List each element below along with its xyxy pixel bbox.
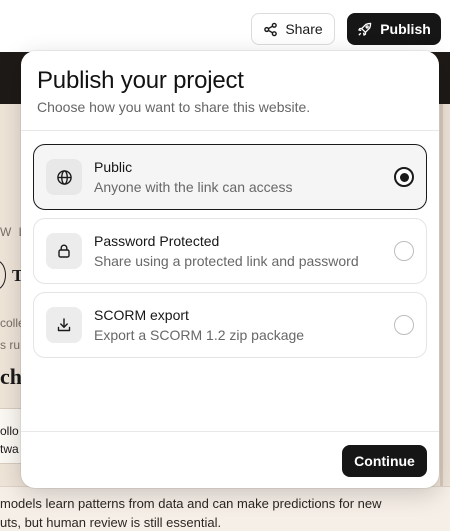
- option-public[interactable]: Public Anyone with the link can access: [33, 144, 427, 210]
- bg-text-fragment: twa: [0, 442, 19, 456]
- bg-text-fragment: ollo: [0, 424, 19, 438]
- bg-heading-fragment: ch: [0, 364, 22, 389]
- option-title: SCORM export: [94, 307, 189, 323]
- publish-button-label: Publish: [380, 21, 431, 37]
- radio-password-protected[interactable]: [394, 241, 414, 261]
- share-button[interactable]: Share: [251, 13, 335, 45]
- option-password-protected[interactable]: Password Protected Share using a protect…: [33, 218, 427, 284]
- option-title: Public: [94, 159, 133, 175]
- share-icon: [263, 22, 278, 37]
- radio-scorm-export[interactable]: [394, 315, 414, 335]
- publish-button[interactable]: Publish: [347, 13, 441, 45]
- option-scorm-export[interactable]: SCORM export Export a SCORM 1.2 zip pack…: [33, 292, 427, 358]
- bg-paragraph: models learn patterns from data and can …: [0, 494, 420, 531]
- modal-title: Publish your project: [37, 67, 244, 94]
- modal-subtitle: Choose how you want to share this websit…: [37, 99, 311, 115]
- share-button-label: Share: [285, 21, 323, 37]
- modal-footer-divider: [21, 431, 439, 432]
- bg-paragraph-line: models learn patterns from data and can …: [0, 496, 382, 511]
- option-title: Password Protected: [94, 233, 220, 249]
- continue-button[interactable]: Continue: [342, 445, 427, 477]
- radio-public[interactable]: [394, 167, 414, 187]
- publish-modal: Publish your project Choose how you want…: [21, 51, 439, 488]
- globe-icon: [46, 159, 82, 195]
- modal-divider: [21, 130, 439, 131]
- download-icon: [46, 307, 82, 343]
- option-description: Anyone with the link can access: [94, 179, 293, 195]
- option-description: Export a SCORM 1.2 zip package: [94, 327, 305, 343]
- rocket-icon: [357, 22, 372, 37]
- lock-icon: [46, 233, 82, 269]
- page-right-edge: [440, 104, 443, 531]
- option-description: Share using a protected link and passwor…: [94, 253, 359, 269]
- bg-paragraph-line: uts, but human review is still essential…: [0, 515, 222, 530]
- bg-text-fragment: s ru: [0, 338, 21, 352]
